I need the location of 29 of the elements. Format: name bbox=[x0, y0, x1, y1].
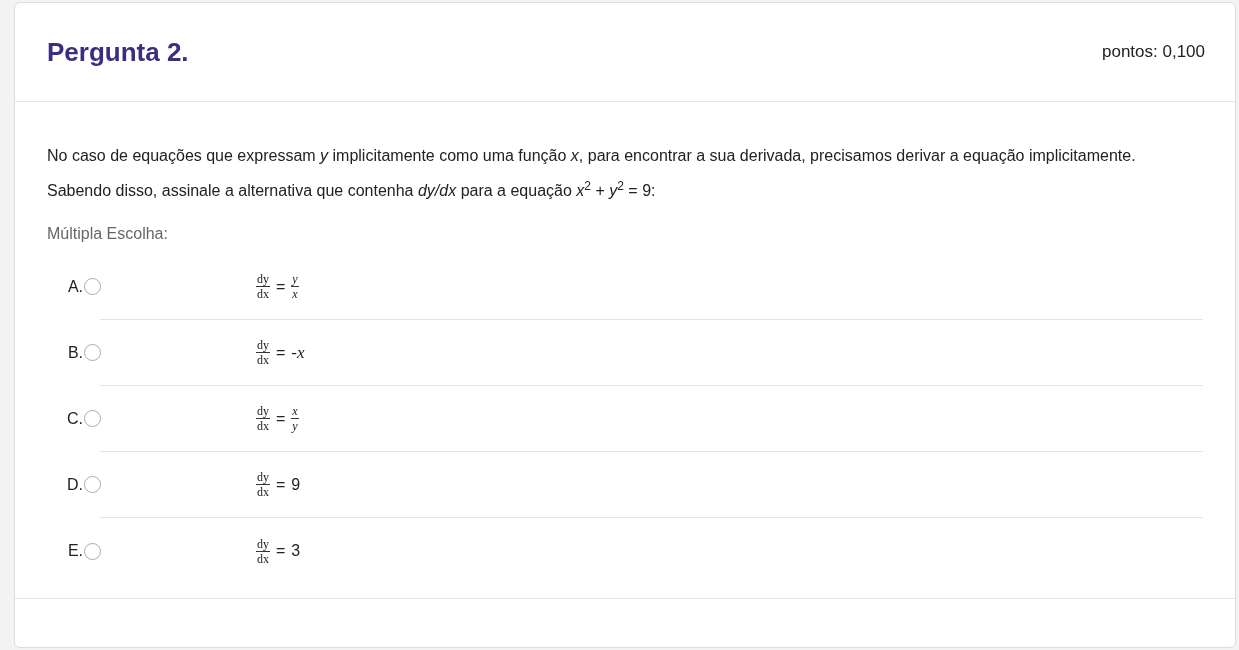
derivative-fraction: dy dx bbox=[256, 338, 270, 367]
option-label: D. bbox=[66, 474, 83, 495]
derivative-fraction: dy dx bbox=[256, 470, 270, 499]
radio-button[interactable] bbox=[84, 410, 101, 427]
equals-sign: = bbox=[276, 474, 286, 495]
equals-sign: = bbox=[276, 342, 286, 363]
derivative-fraction: dy dx bbox=[256, 536, 270, 566]
radio-button[interactable] bbox=[84, 344, 101, 361]
radio-button[interactable] bbox=[84, 278, 101, 295]
option-label: A. bbox=[66, 276, 83, 297]
points-label: pontos: 0,100 bbox=[1101, 41, 1205, 64]
option-label: C. bbox=[66, 408, 83, 429]
option-label: E. bbox=[66, 541, 83, 561]
result-expression: 9 bbox=[291, 474, 301, 495]
radio-button[interactable] bbox=[84, 542, 101, 560]
result-expression: -x bbox=[291, 341, 305, 364]
result-fraction: x y bbox=[291, 404, 299, 433]
question-title: Pergunta 2. bbox=[47, 35, 189, 69]
equals-sign: = bbox=[276, 541, 286, 561]
answer-type-label: Múltipla Escolha: bbox=[47, 224, 169, 244]
result-fraction: y x bbox=[291, 272, 299, 301]
result-expression: 3 bbox=[291, 541, 301, 561]
equals-sign: = bbox=[276, 408, 286, 429]
equals-sign: = bbox=[276, 276, 286, 297]
radio-button[interactable] bbox=[84, 476, 101, 493]
option-label: B. bbox=[66, 342, 83, 363]
derivative-fraction: dy dx bbox=[256, 404, 270, 433]
derivative-fraction: dy dx bbox=[256, 272, 270, 301]
question-text: No caso de equações que expressam y implicitamente como uma função x, para encontrar a sua derivada, precisamos derivar a equação implicitamente. Sabendo disso, assinale a alternativa que contenha dy/dx para a equação x$^{2}$ + y$^{2}$ = 9: bbox=[47, 146, 1137, 201]
